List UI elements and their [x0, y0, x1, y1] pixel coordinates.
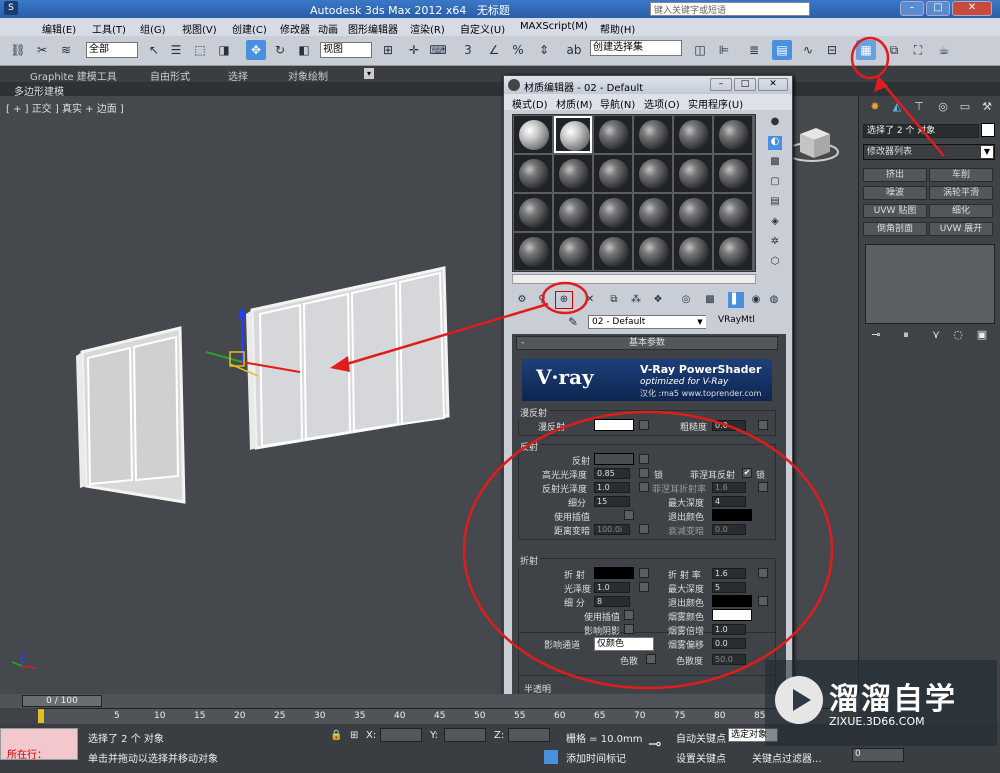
lock-selection-icon[interactable]: 🔒: [330, 730, 342, 741]
current-frame-field[interactable]: 0: [852, 748, 904, 762]
y-label: Y:: [430, 730, 439, 741]
timeline-tick-label: 70: [634, 711, 646, 721]
timeline-tick-label: 40: [394, 711, 406, 721]
time-tag-icon[interactable]: [544, 750, 558, 764]
status-selection-text: 选择了 2 个 对象: [88, 734, 164, 745]
status-prompt-text: 单击并拖动以选择并移动对象: [88, 754, 218, 765]
annotation-overlay: [330, 36, 945, 690]
time-slider-thumb[interactable]: 0 / 100: [22, 695, 102, 707]
arrowhead-icon: [874, 76, 888, 92]
time-slider[interactable]: 0 / 100: [0, 694, 860, 708]
timeline-tick-label: 80: [714, 711, 726, 721]
timeline-tick-label: 50: [474, 711, 486, 721]
highlight-circle-material-editor: [850, 36, 890, 80]
timeline-tick-label: 85: [754, 711, 766, 721]
timeline-tick-label: 65: [594, 711, 606, 721]
key-icon[interactable]: ⊸: [648, 734, 661, 753]
key-filters-button[interactable]: 关键点过滤器...: [752, 750, 822, 765]
timeline-tick-label: 35: [354, 711, 366, 721]
z-label: Z:: [494, 730, 505, 741]
timeline-tick-label: 5: [114, 711, 120, 721]
auto-key-button[interactable]: 自动关键点: [676, 730, 726, 745]
x-coordinate-field[interactable]: [380, 728, 422, 742]
timeline-tick-label: 60: [554, 711, 566, 721]
x-label: X:: [366, 730, 377, 741]
highlight-circle-assign-material: [541, 281, 589, 315]
timeline-tick-label: 10: [154, 711, 166, 721]
maxscript-mode-label: 所在行：: [7, 750, 47, 761]
timeline-tick-label: 15: [194, 711, 206, 721]
arrowhead-icon: [330, 356, 350, 372]
watermark: 溜溜自学 ZIXUE.3D66.COM: [765, 660, 997, 746]
z-coordinate-field[interactable]: [508, 728, 550, 742]
absolute-mode-icon[interactable]: ⊞: [350, 730, 358, 741]
maxscript-listener[interactable]: 所在行：: [0, 728, 78, 761]
highlight-circle-parameters: [462, 410, 834, 690]
timeline-tick-label: 30: [314, 711, 326, 721]
timeline-tick-label: 45: [434, 711, 446, 721]
timeline-tick-label: 25: [274, 711, 286, 721]
y-coordinate-field[interactable]: [444, 728, 486, 742]
track-ticks: 51015202530354045505560657075808590: [38, 708, 858, 724]
add-time-tag-text[interactable]: 添加时间标记: [566, 750, 626, 765]
watermark-url: ZIXUE.3D66.COM: [829, 715, 925, 728]
timeline-tick-label: 75: [674, 711, 686, 721]
timeline-tick-label: 20: [234, 711, 246, 721]
watermark-brand: 溜溜自学: [829, 682, 957, 717]
annotation-arrow: [339, 302, 549, 368]
annotation-arrow: [879, 79, 945, 157]
timeline-tick-label: 55: [514, 711, 526, 721]
watermark-logo-icon: [775, 676, 823, 724]
set-key-button[interactable]: 设置关键点: [676, 750, 726, 765]
grid-size-text: 栅格 = 10.0mm: [566, 734, 643, 745]
